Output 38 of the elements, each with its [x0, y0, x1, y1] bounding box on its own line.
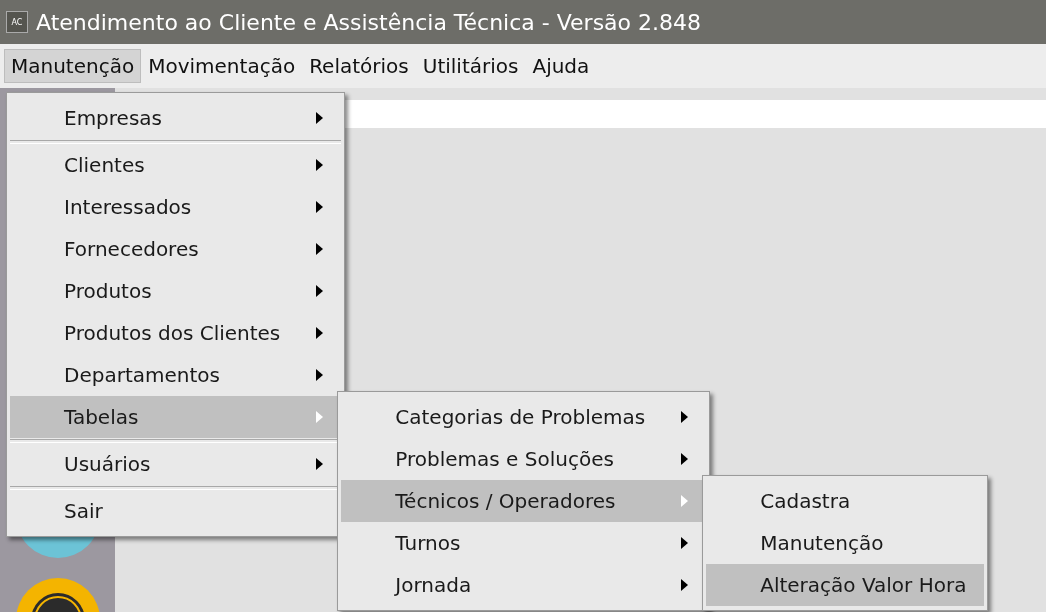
- menu-item[interactable]: Usuários: [10, 443, 342, 485]
- menu-item[interactable]: Sair: [10, 490, 342, 532]
- app-icon: AC: [6, 11, 28, 33]
- window-title: Atendimento ao Cliente e Assistência Técnica - Versão 2.848: [36, 9, 702, 35]
- menu-item[interactable]: Turnos: [341, 522, 707, 564]
- submenu-caret-icon: [681, 537, 689, 549]
- menu-item[interactable]: Empresas: [10, 97, 342, 139]
- menu-item[interactable]: Fornecedores: [10, 228, 342, 270]
- menu-item[interactable]: Clientes: [10, 144, 342, 186]
- menu-item[interactable]: Produtos dos Clientes: [10, 312, 342, 354]
- menu-item[interactable]: Interessados: [10, 186, 342, 228]
- menubar-item[interactable]: Ajuda: [525, 49, 597, 83]
- menu-item[interactable]: Manutenção: [706, 522, 985, 564]
- submenu-caret-icon: [316, 243, 324, 255]
- menubar-item[interactable]: Relatórios: [302, 49, 416, 83]
- menubar-item[interactable]: Manutenção: [4, 49, 142, 83]
- submenu-caret-icon: [316, 285, 324, 297]
- submenu-caret-icon: [681, 579, 689, 591]
- menu-item[interactable]: Cadastra: [706, 480, 985, 522]
- submenu-caret-icon: [316, 327, 324, 339]
- submenu-caret-icon: [316, 159, 324, 171]
- submenu-caret-icon: [316, 411, 324, 423]
- menu-item[interactable]: Categorias de Problemas: [341, 396, 707, 438]
- menubar-item[interactable]: Utilitários: [415, 49, 526, 83]
- submenu-caret-icon: [681, 453, 689, 465]
- submenu-caret-icon: [681, 411, 689, 423]
- submenu-caret-icon: [316, 112, 324, 124]
- submenu-caret-icon: [316, 458, 324, 470]
- menu-item[interactable]: Jornada: [341, 564, 707, 606]
- submenu-caret-icon: [316, 201, 324, 213]
- menubar-item[interactable]: Movimentação: [141, 49, 303, 83]
- menu-item[interactable]: Departamentos: [10, 354, 342, 396]
- menu-item[interactable]: Produtos: [10, 270, 342, 312]
- submenu-caret-icon: [316, 369, 324, 381]
- menu-item[interactable]: Alteração Valor Hora: [706, 564, 985, 606]
- submenu-caret-icon: [681, 495, 689, 507]
- menu-item[interactable]: Problemas e Soluções: [341, 438, 707, 480]
- ring-icon: [15, 578, 100, 612]
